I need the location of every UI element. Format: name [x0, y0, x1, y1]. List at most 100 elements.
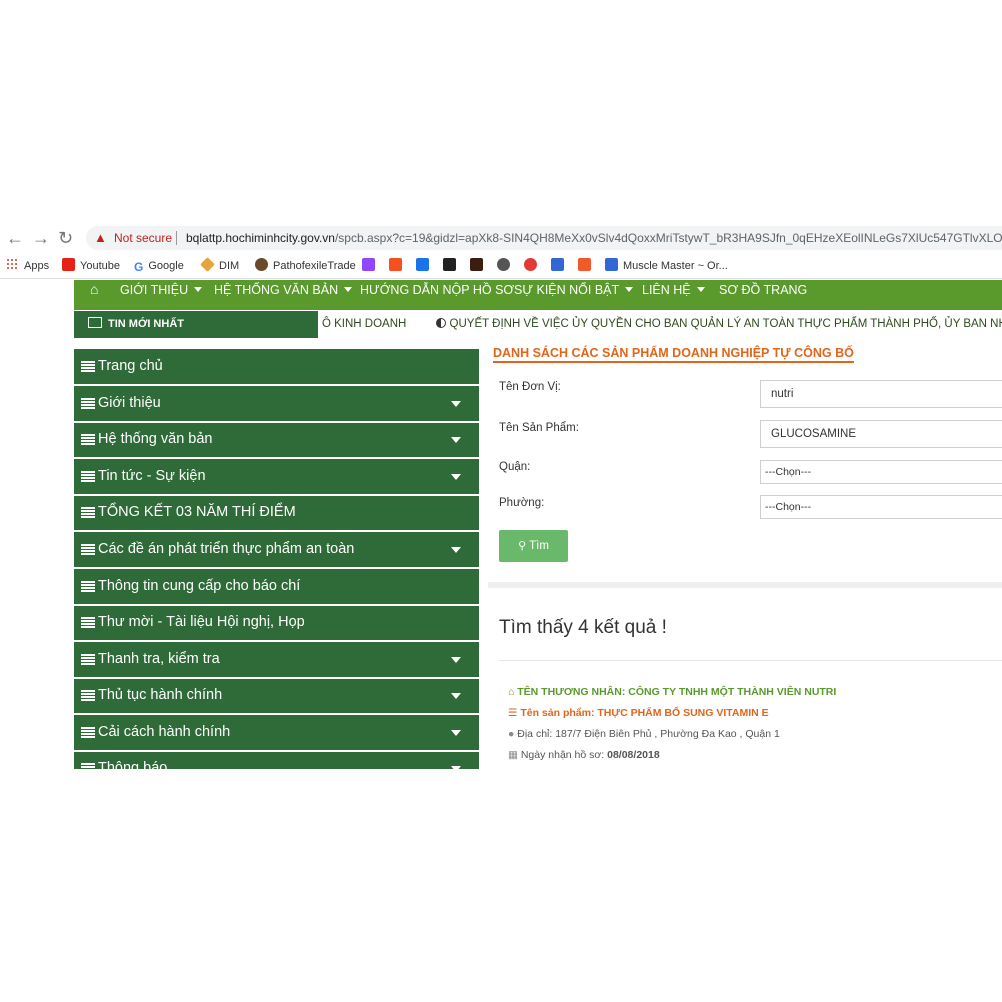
list-icon	[81, 434, 95, 445]
unit-label: Tên Đơn Vị:	[499, 381, 561, 393]
result-address: ● Địa chỉ: 187/7 Điện Biên Phủ , Phường …	[508, 728, 780, 740]
search-icon: ⚲	[518, 540, 527, 552]
chevron-down-icon	[194, 287, 203, 292]
bookmark-blue[interactable]	[416, 258, 434, 274]
home-icon: ⌂	[508, 686, 515, 698]
reload-icon[interactable]: ↻	[58, 228, 73, 248]
circle-site-icon	[497, 258, 510, 271]
district-label: Quận:	[499, 461, 531, 473]
blue-site-icon	[416, 258, 429, 271]
chevron-down-icon	[625, 287, 634, 292]
main-content: DANH SÁCH CÁC SẢN PHẨM DOANH NGHIỆP TỰ C…	[488, 340, 1002, 770]
list-icon	[81, 507, 95, 518]
list-icon	[81, 471, 95, 482]
sidebar-item-thanh-tra[interactable]: Thanh tra, kiểm tra	[74, 642, 479, 679]
sidebar-item-de-an[interactable]: Các đề án phát triển thực phẩm an toàn	[74, 532, 479, 569]
bookmark-dark[interactable]	[470, 258, 488, 274]
chevron-down-icon	[451, 437, 461, 443]
bookmark-pathofexile[interactable]: PathofexileTrade	[255, 258, 356, 274]
bookmark-muscle[interactable]: Muscle Master ~ Or...	[605, 258, 728, 274]
sidebar-item-tin-tuc[interactable]: Tin tức - Sự kiện	[74, 459, 479, 496]
result-count: Tìm thấy 4 kết quả !	[499, 617, 667, 638]
url-text: bqlattp.hochiminhcity.gov.vn/spcb.aspx?c…	[186, 226, 1002, 250]
forward-arrow-icon[interactable]: →	[32, 228, 50, 248]
shopping-bag-icon	[578, 258, 591, 271]
address-bar[interactable]: ▲ Not secure bqlattp.hochiminhcity.gov.v…	[86, 226, 1002, 250]
bookmark-apps[interactable]: Apps	[6, 258, 49, 274]
security-label: Not secure	[114, 231, 173, 245]
warning-icon: ▲	[94, 230, 107, 245]
google-icon: G	[134, 260, 144, 274]
list-icon	[81, 361, 95, 372]
sidebar-item-gioi-thieu[interactable]: Giới thiệu	[74, 386, 479, 423]
g-letter-icon	[389, 258, 402, 271]
red-circle-icon	[524, 258, 537, 271]
bookmark-c[interactable]	[443, 258, 461, 274]
twitch-icon	[362, 258, 375, 271]
list-icon	[81, 690, 95, 701]
bookmark-g-red[interactable]	[389, 258, 407, 274]
nav-so-do-trang[interactable]: SƠ ĐỒ TRANG	[719, 281, 807, 299]
ward-label: Phường:	[499, 497, 545, 509]
bookmark-shop[interactable]	[578, 258, 596, 274]
nav-lien-he[interactable]: LIÊN HỆ	[642, 281, 705, 299]
sidebar-menu: Trang chủ Giới thiệu Hệ thống văn bản Ti…	[74, 349, 479, 769]
bookmark-google[interactable]: G Google	[134, 258, 184, 274]
sidebar-item-thong-bao[interactable]: Thông báo	[74, 751, 479, 769]
diamond-icon	[200, 257, 215, 272]
chevron-down-icon	[451, 730, 461, 736]
bookmark-h[interactable]	[551, 258, 569, 274]
youtube-icon	[62, 258, 75, 271]
nav-gioi-thieu[interactable]: GIỚI THIỆU	[120, 281, 203, 299]
list-icon: ☰	[508, 707, 518, 719]
map-pin-icon: ●	[508, 728, 515, 740]
chevron-down-icon	[451, 766, 461, 769]
product-input[interactable]: GLUCOSAMINE	[760, 420, 1002, 448]
unit-input[interactable]: nutri	[760, 380, 1002, 408]
chevron-down-icon	[451, 401, 461, 407]
nav-huong-dan-nop-ho-so[interactable]: HƯỚNG DẪN NỘP HỒ SƠ	[360, 281, 514, 299]
news-ticker-bar: TIN MỚI NHẤT Ô KINH DOANH QUYẾT ĐỊNH VỀ …	[74, 311, 1002, 338]
sidebar-item-thu-moi[interactable]: Thư mời - Tài liệu Hội nghị, Họp	[74, 605, 479, 642]
chevron-down-icon	[696, 287, 705, 292]
nav-he-thong-van-ban[interactable]: HỆ THỐNG VĂN BẢN	[214, 281, 353, 299]
district-select[interactable]: ---Chọn---	[760, 460, 1002, 484]
bookmark-youtube[interactable]: Youtube	[62, 258, 120, 274]
sidebar-item-tong-ket[interactable]: TỔNG KẾT 03 NĂM THÍ ĐIỂM	[74, 495, 479, 532]
chevron-down-icon	[451, 547, 461, 553]
h-letter-icon	[605, 258, 618, 271]
nav-su-kien-noi-bat[interactable]: SỰ KIỆN NỔI BẬT	[514, 281, 634, 299]
bookmark-dim[interactable]: DIM	[200, 257, 239, 274]
result-date: ▦ Ngày nhận hồ sơ: 08/08/2018	[508, 749, 660, 761]
back-arrow-icon[interactable]: ←	[6, 228, 24, 248]
bookmark-twitch[interactable]	[362, 258, 380, 274]
list-icon	[81, 763, 95, 769]
bookmark-circle[interactable]	[497, 258, 515, 274]
result-merchant[interactable]: ⌂ TÊN THƯƠNG NHÂN: CÔNG TY TNHH MỘT THÀN…	[508, 686, 836, 698]
result-divider	[499, 660, 1002, 661]
bookmark-red-circle[interactable]	[524, 258, 542, 274]
sidebar-item-he-thong-van-ban[interactable]: Hệ thống văn bản	[74, 422, 479, 459]
search-button[interactable]: ⚲ Tìm	[499, 530, 568, 562]
chevron-down-icon	[451, 657, 461, 663]
bookmarks-bar: Apps Youtube G Google DIM PathofexileTrad…	[0, 254, 1002, 279]
browser-toolbar: ← → ↻ ▲ Not secure bqlattp.hochiminhcity…	[0, 222, 1002, 254]
newspaper-icon	[88, 317, 102, 328]
calendar-icon: ▦	[508, 749, 518, 761]
list-icon	[81, 398, 95, 409]
url-path: /spcb.aspx?c=19&gidzl=apXk8-SIN4QH8MeXx0…	[334, 231, 1002, 245]
news-ticker[interactable]: Ô KINH DOANH QUYẾT ĐỊNH VỀ VIỆC ỦY QUYỀN…	[322, 311, 1002, 338]
sidebar-item-thu-tuc[interactable]: Thủ tục hành chính	[74, 678, 479, 715]
address-separator	[176, 231, 177, 245]
page-title: DANH SÁCH CÁC SẢN PHẨM DOANH NGHIỆP TỰ C…	[493, 346, 854, 363]
dark-site-icon	[470, 258, 483, 271]
sidebar-item-cai-cach[interactable]: Cải cách hành chính	[74, 715, 479, 752]
pathofexile-icon	[255, 258, 268, 271]
home-icon[interactable]: ⌂	[90, 280, 98, 298]
result-product: ☰ Tên sản phẩm: THỰC PHẨM BỔ SUNG VITAMI…	[508, 707, 769, 719]
ward-select[interactable]: ---Chọn---	[760, 495, 1002, 519]
main-nav: ⌂ GIỚI THIỆU HỆ THỐNG VĂN BẢN HƯỚNG DẪN …	[74, 280, 1002, 310]
sidebar-item-trang-chu[interactable]: Trang chủ	[74, 349, 479, 386]
sidebar-item-bao-chi[interactable]: Thông tin cung cấp cho báo chí	[74, 569, 479, 606]
list-icon	[81, 654, 95, 665]
